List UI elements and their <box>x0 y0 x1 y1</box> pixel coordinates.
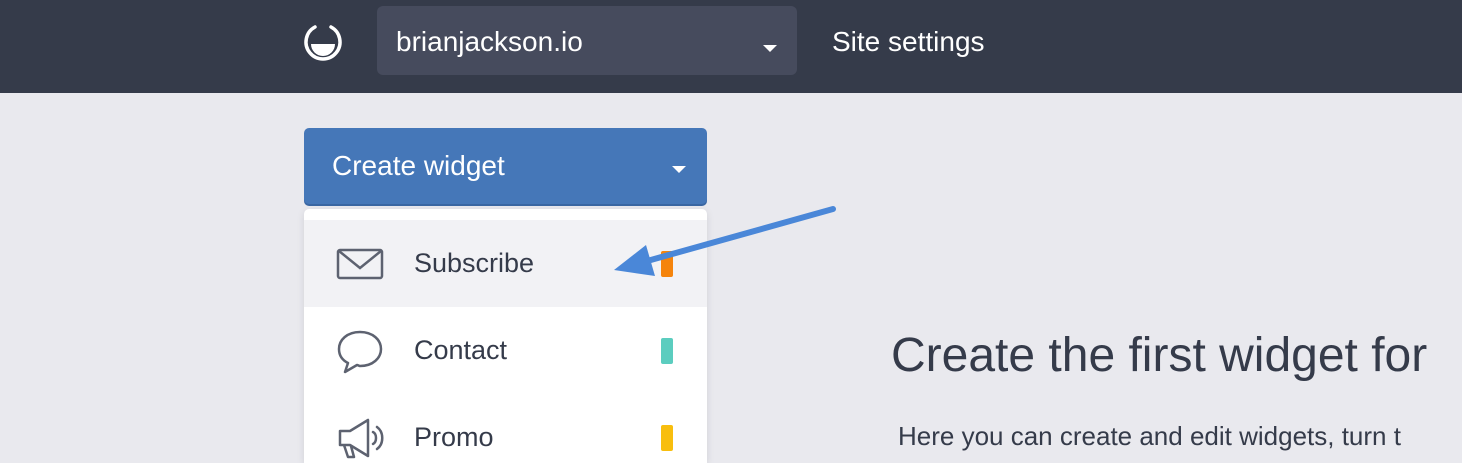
megaphone-icon <box>338 418 384 459</box>
create-widget-menu: Subscribe Contact Promo <box>304 209 707 463</box>
menu-item-subscribe[interactable]: Subscribe <box>304 220 707 307</box>
menu-item-promo[interactable]: Promo <box>304 394 707 463</box>
type-color-indicator <box>661 251 673 277</box>
type-color-indicator <box>661 425 673 451</box>
site-settings-link[interactable]: Site settings <box>832 26 985 58</box>
envelope-icon <box>336 248 384 280</box>
empty-state-description: Here you can create and edit widgets, tu… <box>898 421 1401 451</box>
menu-item-label: Contact <box>414 335 508 365</box>
speech-bubble-icon <box>337 330 383 374</box>
menu-item-label: Promo <box>414 422 494 452</box>
empty-state-title: Create the first widget for <box>891 329 1428 382</box>
create-widget-button[interactable]: Create widget <box>304 128 707 204</box>
chevron-down-icon <box>672 166 686 173</box>
menu-item-label: Subscribe <box>414 248 535 278</box>
create-widget-label: Create widget <box>332 150 505 181</box>
menu-item-contact[interactable]: Contact <box>304 307 707 394</box>
chevron-down-icon <box>763 45 777 52</box>
type-color-indicator <box>661 338 673 364</box>
hustle-logo-icon[interactable] <box>302 22 344 62</box>
site-selector-dropdown[interactable]: brianjackson.io <box>377 6 797 75</box>
site-selector-value: brianjackson.io <box>396 26 583 57</box>
top-bar: brianjackson.io Site settings <box>0 0 1462 93</box>
